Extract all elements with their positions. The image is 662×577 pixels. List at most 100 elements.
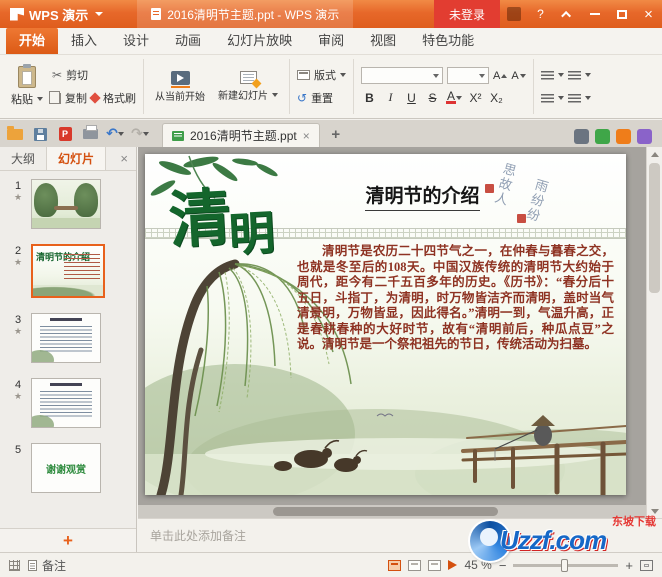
horizontal-scrollbar[interactable] (138, 505, 646, 518)
slide-thumbnail-3[interactable]: 3 ★ (0, 313, 136, 363)
tab-home[interactable]: 开始 (6, 28, 59, 54)
reading-view-button[interactable] (428, 559, 442, 571)
vertical-scrollbar[interactable] (646, 147, 662, 518)
font-group: A A B I U S A X² X₂ (354, 59, 534, 114)
calligraphy-title[interactable]: 清明 (167, 185, 278, 261)
skin-button[interactable] (500, 0, 527, 28)
wps-presentation-window: WPS 演示 2016清明节主题.ppt - WPS 演示 未登录 ? × 开始… (0, 0, 662, 577)
print-button[interactable] (79, 122, 101, 146)
panel-close-icon[interactable]: × (112, 151, 136, 166)
redo-button[interactable] (129, 122, 151, 146)
undo-button[interactable] (104, 122, 126, 146)
slide-thumbnail-2-selected[interactable]: 2 ★ 清明节的介绍 (0, 244, 136, 298)
document-tab-active[interactable]: 2016清明节主题.ppt × (162, 123, 320, 147)
copy-button[interactable]: 复制 (49, 89, 87, 107)
tab-animation[interactable]: 动画 (162, 28, 214, 54)
collapse-ribbon-button[interactable] (554, 0, 581, 28)
tab-outline[interactable]: 大纲 (0, 147, 46, 170)
caret-down-icon (272, 92, 278, 97)
play-from-current-button[interactable]: 从当前开始 (151, 69, 209, 105)
bullet-list-button[interactable] (540, 66, 564, 84)
skin-shop-icon[interactable] (637, 129, 652, 144)
zoom-out-button[interactable]: − (499, 559, 507, 572)
thumb-bridge (54, 206, 78, 210)
slide-thumbnail-1[interactable]: 1 ★ (0, 179, 136, 229)
vertical-scrollbar-thumb[interactable] (649, 163, 660, 293)
format-painter-button[interactable]: 格式刷 (89, 89, 136, 107)
scroll-down-button[interactable] (647, 504, 662, 518)
strikethrough-button[interactable]: S (424, 89, 441, 106)
zoom-slider[interactable] (513, 558, 619, 572)
font-name-combo[interactable] (361, 67, 443, 84)
animation-star-icon: ★ (13, 257, 23, 267)
horizontal-scrollbar-thumb[interactable] (273, 507, 498, 516)
tab-slides[interactable]: 幻灯片 (46, 147, 107, 170)
superscript-button[interactable]: X² (467, 89, 484, 106)
zoom-in-button[interactable]: + (625, 559, 633, 572)
cut-button[interactable]: 剪切 (52, 66, 136, 84)
scroll-up-button[interactable] (647, 147, 662, 161)
italic-button[interactable]: I (382, 89, 399, 106)
layout-button[interactable]: 版式 (297, 66, 346, 84)
login-button[interactable]: 未登录 (433, 0, 500, 28)
tab-review[interactable]: 审阅 (305, 28, 357, 54)
slide-thumbnail-4[interactable]: 4 ★ (0, 378, 136, 428)
align-button[interactable] (540, 89, 564, 107)
help-button[interactable]: ? (527, 0, 554, 28)
slideshow-play-button[interactable] (448, 560, 458, 570)
notes-pane[interactable]: 单击此处添加备注 (138, 518, 662, 552)
tab-special-features[interactable]: 特色功能 (409, 28, 487, 54)
shrink-font-button[interactable]: A (511, 70, 526, 82)
slide-body-textbox[interactable]: 清明节是农历二十四节气之一，在仲春与暮春之交，也就是冬至后的108天。中国汉族传… (297, 244, 614, 353)
close-button[interactable]: × (635, 0, 662, 28)
font-size-combo[interactable] (447, 67, 489, 84)
save-button[interactable] (29, 122, 51, 146)
paste-button[interactable]: 粘贴 (7, 64, 47, 109)
line-spacing-button[interactable] (567, 89, 591, 107)
font-color-button[interactable]: A (445, 89, 463, 106)
thumb-caption-text: 谢谢观赏 (46, 464, 86, 476)
underline-button[interactable]: U (403, 89, 420, 106)
docer-icon[interactable] (595, 129, 610, 144)
slide-thumbnail-5[interactable]: 5 谢谢观赏 (0, 443, 136, 493)
zoom-value[interactable]: 45 % (464, 558, 491, 572)
slide-canvas[interactable]: 清明节的介绍 思故人 雨纷纷 清明 清明节是农历二十四节气之一，在仲春与暮春之交… (145, 154, 626, 495)
slide-number: 3 (14, 314, 22, 326)
new-slide-button[interactable]: 新建幻灯片 (214, 69, 282, 104)
align-icon (540, 93, 554, 103)
maximize-button[interactable] (608, 0, 635, 28)
titlebar-document-tab[interactable]: 2016清明节主题.ppt - WPS 演示 (137, 0, 354, 28)
subscript-button[interactable]: X₂ (488, 89, 505, 106)
new-document-tab-button[interactable]: + (325, 122, 347, 146)
tab-close-icon[interactable]: × (303, 130, 310, 142)
zoom-slider-thumb[interactable] (560, 558, 568, 572)
normal-view-button[interactable] (388, 559, 402, 571)
notes-toggle-button[interactable]: 备注 (28, 557, 66, 574)
minimize-button[interactable] (581, 0, 608, 28)
format-painter-label: 格式刷 (103, 93, 136, 105)
wps-menu-button[interactable]: WPS 演示 (0, 0, 111, 28)
open-button[interactable] (4, 122, 26, 146)
export-pdf-button[interactable] (54, 122, 76, 146)
numbered-list-button[interactable] (567, 66, 591, 84)
printer-icon (82, 125, 98, 139)
document-icon (151, 8, 162, 20)
fit-slide-button[interactable] (640, 559, 653, 571)
chevron-up-icon (561, 10, 572, 21)
document-tab-title: 2016清明节主题.ppt (190, 129, 297, 143)
reset-button[interactable]: 重置 (297, 89, 346, 107)
slide-number: 1 (14, 180, 22, 192)
grid-icon[interactable] (9, 559, 20, 571)
tab-view[interactable]: 视图 (357, 28, 409, 54)
pdf-icon (58, 127, 72, 141)
apps-icon[interactable] (616, 129, 631, 144)
tab-slideshow[interactable]: 幻灯片放映 (214, 28, 305, 54)
titlebar-controls: 未登录 ? × (433, 0, 662, 28)
bold-button[interactable]: B (361, 89, 378, 106)
grow-font-button[interactable]: A (493, 70, 508, 82)
tab-design[interactable]: 设计 (110, 28, 162, 54)
add-slide-button[interactable]: + (41, 532, 95, 549)
slide-sorter-view-button[interactable] (408, 559, 422, 571)
tab-insert[interactable]: 插入 (58, 28, 110, 54)
screenshot-icon[interactable] (574, 129, 589, 144)
